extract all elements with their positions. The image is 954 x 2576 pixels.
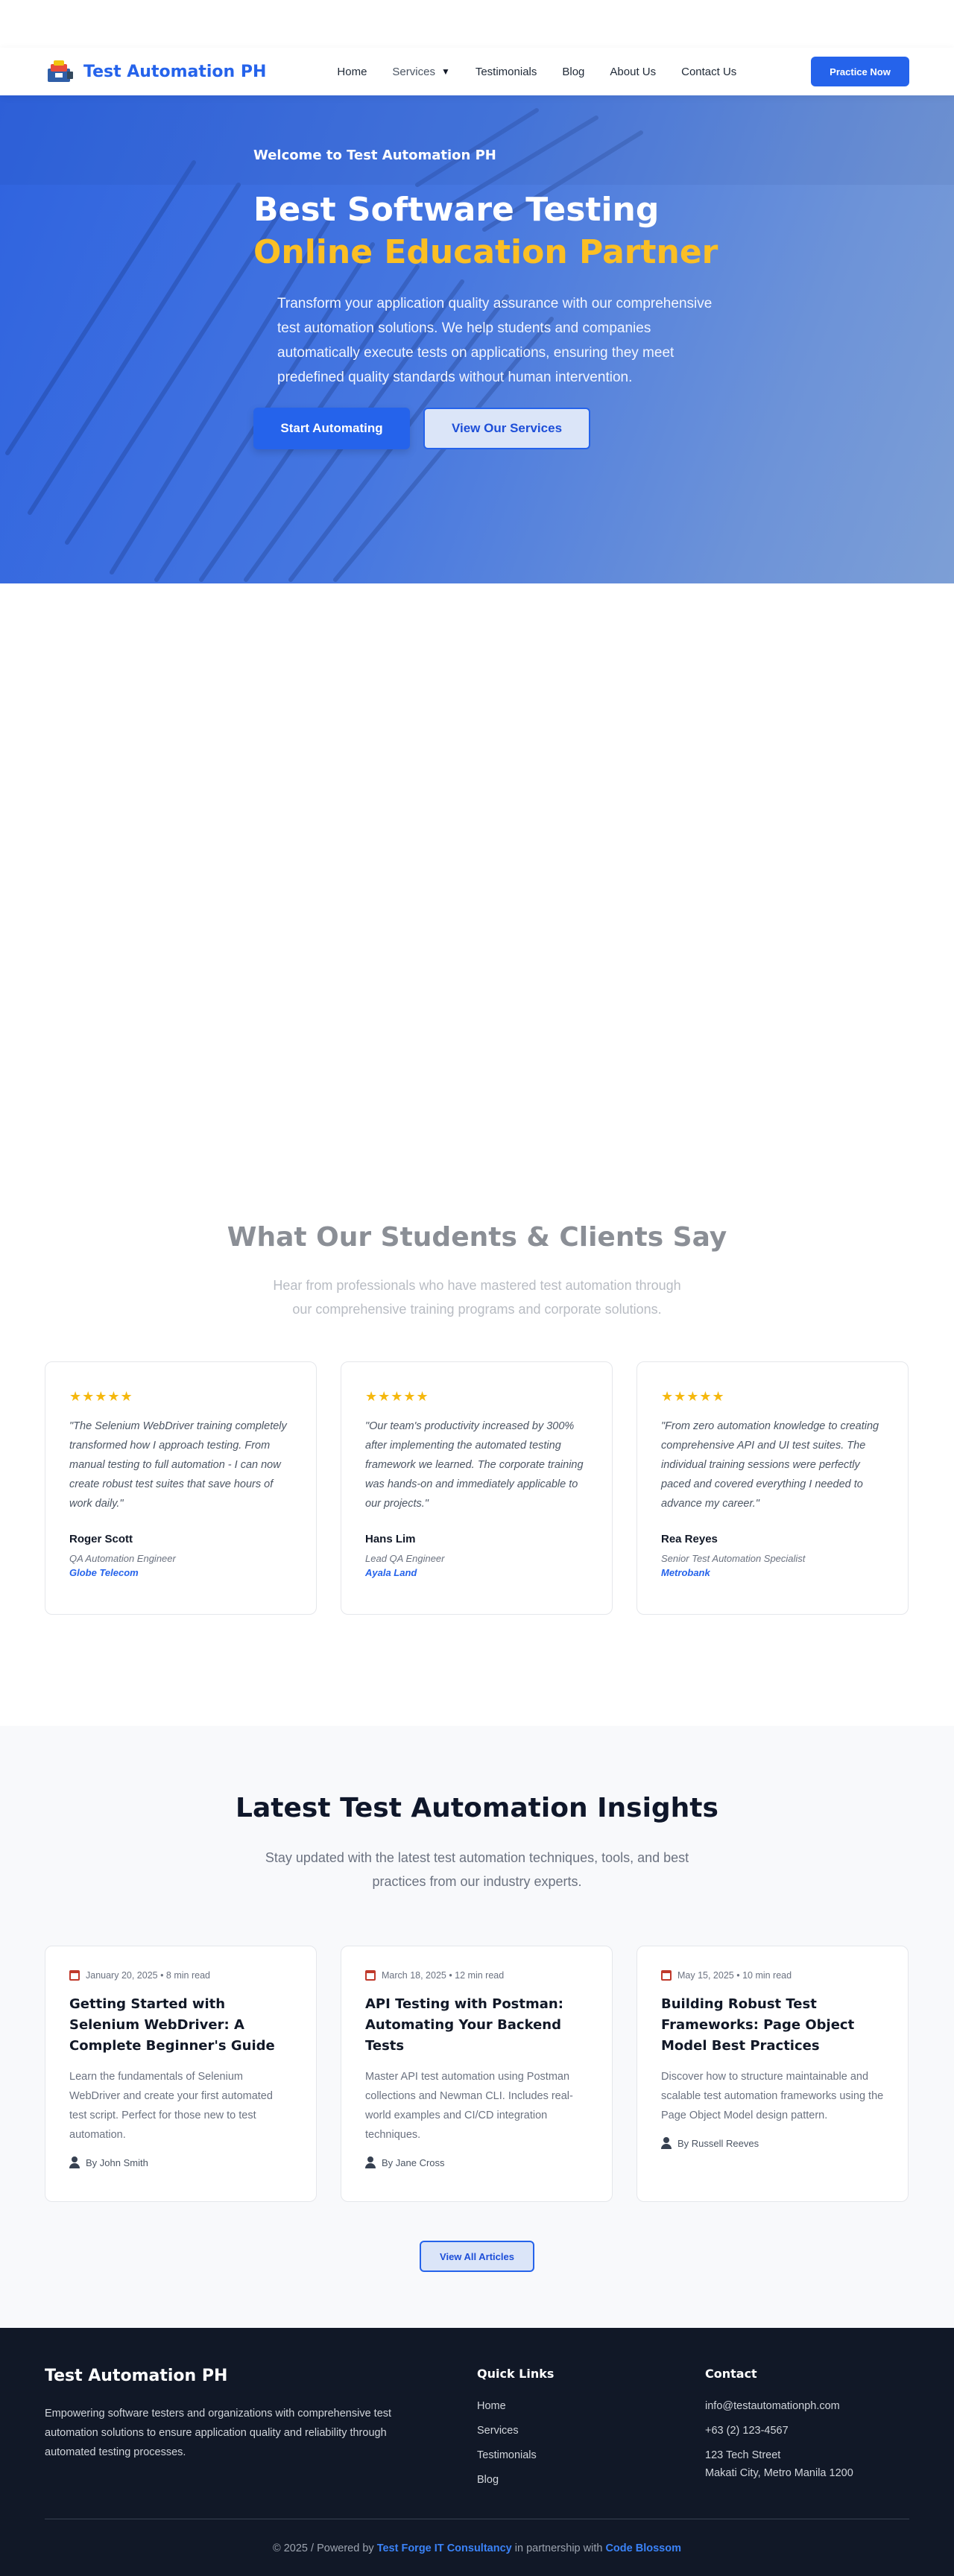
nav-services-label: Services [392, 65, 435, 78]
footer-link-services[interactable]: Services [477, 2423, 554, 2438]
nav-about-us[interactable]: About Us [610, 66, 656, 78]
contact-email[interactable]: info@testautomationph.com [705, 2399, 853, 2414]
brand-name: Test Automation PH [83, 62, 267, 81]
testimonial-cards: ★★★★★ "The Selenium WebDriver training c… [45, 1361, 909, 1615]
top-spacer [0, 0, 954, 48]
blog-post-excerpt: Master API test automation using Postman… [365, 2071, 573, 2141]
company-link[interactable]: Test Forge IT Consultancy [377, 2542, 512, 2554]
blog-post-excerpt: Learn the fundamentals of Selenium WebDr… [69, 2071, 273, 2141]
nav-services-dropdown[interactable]: Services ▼ [392, 66, 449, 78]
footer-description: Empowering software testers and organiza… [45, 2408, 392, 2458]
rating-stars-icon: ★★★★★ [365, 1389, 429, 1404]
rating-stars-icon: ★★★★★ [661, 1389, 725, 1404]
user-icon [365, 2156, 376, 2168]
footer-link-testimonials[interactable]: Testimonials [477, 2448, 554, 2463]
main-menu: Home Services ▼ Testimonials Blog About … [337, 66, 736, 78]
testimonial-company: Globe Telecom [69, 1567, 139, 1578]
view-all-articles-button[interactable]: View All Articles [420, 2241, 534, 2272]
calendar-icon [661, 1970, 672, 1981]
footer-copyright: © 2025 / Powered by Test Forge IT Consul… [0, 2542, 954, 2554]
quick-links-title: Quick Links [477, 2367, 555, 2381]
testimonial-quote: "Our team's productivity increased by 30… [365, 1420, 584, 1510]
blog-author: By Jane Cross [365, 2156, 588, 2168]
blog-card[interactable]: May 15, 2025 • 10 min read Building Robu… [636, 1946, 909, 2202]
footer-brand: Test Automation PH [45, 2367, 228, 2385]
footer-link-blog[interactable]: Blog [477, 2472, 554, 2487]
blog-author-name: By Jane Cross [382, 2156, 445, 2168]
hero-description: Transform your application quality assur… [277, 296, 713, 385]
testimonial-quote: "From zero automation knowledge to creat… [661, 1420, 879, 1510]
footer-quick-links: Quick Links Home Services Testimonials B… [477, 2367, 554, 2487]
blog-card[interactable]: March 18, 2025 • 12 min read API Testing… [341, 1946, 613, 2202]
testimonials-section: What Our Students & Clients Say Hear fro… [0, 1222, 954, 1615]
view-services-button[interactable]: View Our Services [423, 408, 590, 449]
testimonial-quote: "The Selenium WebDriver training complet… [69, 1420, 287, 1510]
blog-post-excerpt: Discover how to structure maintainable a… [661, 2071, 884, 2121]
copyright-mid: in partnership with [514, 2542, 603, 2554]
testimonials-title: What Our Students & Clients Say [227, 1222, 727, 1253]
hero-section: Welcome to Test Automation PH Best Softw… [0, 95, 954, 583]
navbar: Test Automation PH Home Services ▼ Testi… [0, 48, 954, 95]
brand[interactable]: Test Automation PH [45, 58, 266, 85]
partner-link[interactable]: Code Blossom [605, 2542, 681, 2554]
testimonial-card: ★★★★★ "From zero automation knowledge to… [636, 1361, 909, 1615]
blog-section: Latest Test Automation Insights Stay upd… [0, 1726, 954, 2328]
footer-contact: Contact info@testautomationph.com +63 (2… [705, 2367, 853, 2481]
testimonial-company: Metrobank [661, 1567, 710, 1578]
testimonial-role: Senior Test Automation Specialist [661, 1553, 806, 1564]
blog-cards: January 20, 2025 • 8 min read Getting St… [45, 1946, 909, 2202]
footer-link-home[interactable]: Home [477, 2399, 554, 2414]
contact-address-line2: Makati City, Metro Manila 1200 [705, 2467, 853, 2479]
testimonial-role: QA Automation Engineer [69, 1553, 176, 1564]
hero-title: Best Software Testing [253, 191, 660, 229]
blog-meta: January 20, 2025 • 8 min read [69, 1970, 292, 1981]
calendar-icon [69, 1970, 80, 1981]
testimonial-role: Lead QA Engineer [365, 1553, 445, 1564]
rating-stars-icon: ★★★★★ [69, 1389, 133, 1404]
testimonials-subtitle: Hear from professionals who have mastere… [273, 1278, 681, 1317]
blog-meta: March 18, 2025 • 12 min read [365, 1970, 588, 1981]
blog-post-title[interactable]: Getting Started with Selenium WebDriver:… [69, 1994, 292, 2057]
blog-title: Latest Test Automation Insights [236, 1793, 718, 1823]
copyright-prefix: © 2025 / Powered by [273, 2542, 374, 2554]
page: Test Automation PH Home Services ▼ Testi… [0, 0, 954, 2576]
brand-logo-icon [45, 58, 76, 85]
footer: Test Automation PH Empowering software t… [0, 2328, 954, 2576]
blog-author: By John Smith [69, 2156, 292, 2168]
contact-address-line1: 123 Tech Street [705, 2449, 781, 2461]
blog-author-name: By Russell Reeves [677, 2137, 759, 2149]
hero-eyebrow: Welcome to Test Automation PH [253, 148, 496, 163]
blog-meta: May 15, 2025 • 10 min read [661, 1970, 884, 1981]
blog-post-title[interactable]: API Testing with Postman: Automating You… [365, 1994, 588, 2057]
nav-home[interactable]: Home [337, 66, 367, 78]
testimonial-company: Ayala Land [365, 1567, 417, 1578]
practice-now-button[interactable]: Practice Now [811, 57, 909, 86]
blog-date: January 20, 2025 • 8 min read [86, 1970, 210, 1981]
hero-buttons: Start Automating View Our Services [253, 408, 730, 449]
start-automating-button[interactable]: Start Automating [253, 408, 410, 449]
blog-author-name: By John Smith [86, 2156, 148, 2168]
testimonial-card: ★★★★★ "The Selenium WebDriver training c… [45, 1361, 317, 1615]
testimonial-name: Rea Reyes [661, 1533, 718, 1545]
contact-phone[interactable]: +63 (2) 123-4567 [705, 2423, 853, 2438]
user-icon [69, 2156, 80, 2168]
blog-card[interactable]: January 20, 2025 • 8 min read Getting St… [45, 1946, 317, 2202]
nav-blog[interactable]: Blog [562, 66, 584, 78]
calendar-icon [365, 1970, 376, 1981]
chevron-down-icon: ▼ [440, 66, 450, 77]
blog-date: March 18, 2025 • 12 min read [382, 1970, 505, 1981]
testimonial-name: Hans Lim [365, 1533, 416, 1545]
nav-testimonials[interactable]: Testimonials [476, 66, 537, 78]
hero-title-highlight: Online Education Partner [253, 233, 718, 271]
hero-content: Welcome to Test Automation PH Best Softw… [253, 148, 730, 449]
blog-date: May 15, 2025 • 10 min read [677, 1970, 792, 1981]
contact-title: Contact [705, 2367, 757, 2381]
blog-subtitle: Stay updated with the latest test automa… [265, 1850, 689, 1889]
blog-post-title[interactable]: Building Robust Test Frameworks: Page Ob… [661, 1994, 884, 2057]
nav-contact-us[interactable]: Contact Us [681, 66, 736, 78]
user-icon [661, 2137, 672, 2149]
testimonial-name: Roger Scott [69, 1533, 133, 1545]
testimonial-card: ★★★★★ "Our team's productivity increased… [341, 1361, 613, 1615]
blog-author: By Russell Reeves [661, 2137, 884, 2149]
